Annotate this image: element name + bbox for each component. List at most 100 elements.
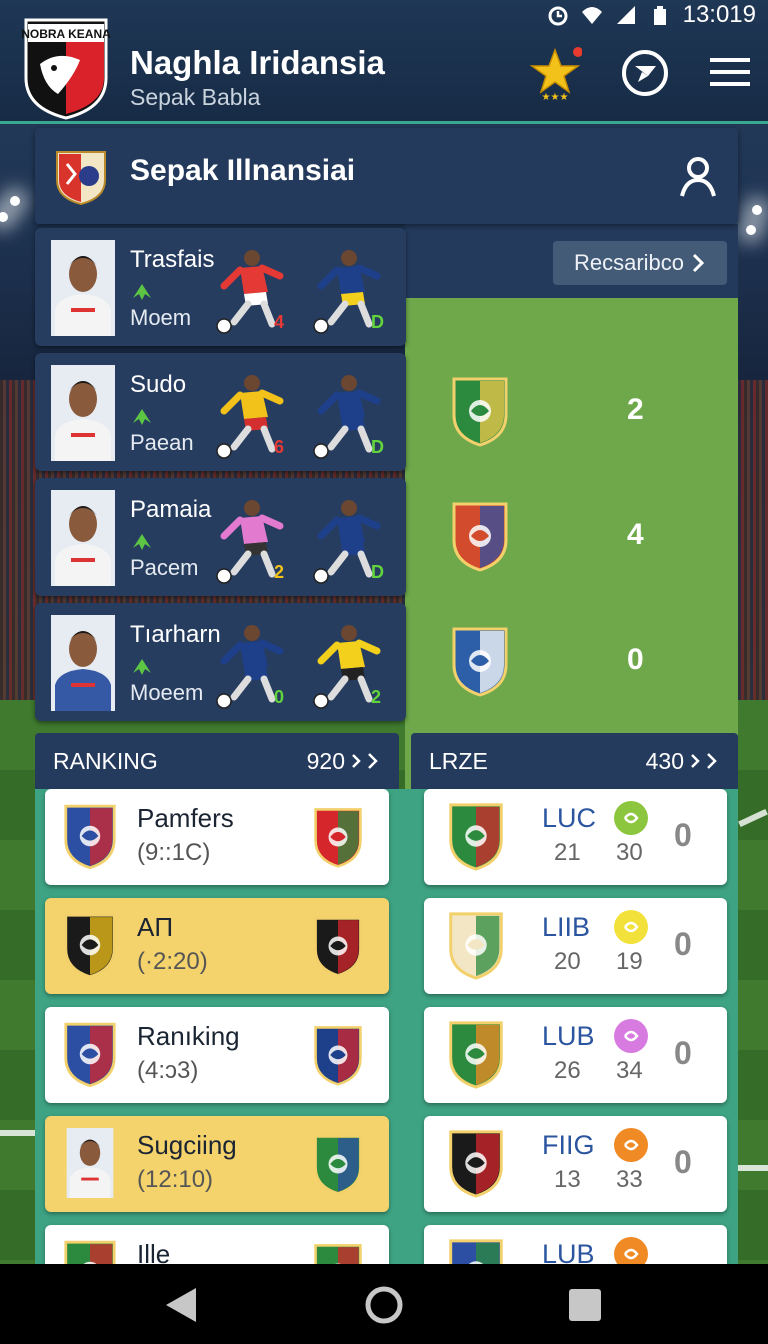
ranking-item[interactable]: Pamfers (9::1C) xyxy=(45,789,389,885)
ranking-item[interactable]: AΠ (·2:20) xyxy=(45,898,389,994)
match-score: 2 xyxy=(627,393,644,426)
status-dot-icon xyxy=(614,1128,648,1162)
trend-up-icon xyxy=(131,530,153,552)
floodlight xyxy=(0,212,8,222)
stat-b: 19 xyxy=(616,948,643,975)
match-card[interactable]: Sudo Paean 6 D xyxy=(35,353,406,471)
chat-button[interactable] xyxy=(618,46,672,100)
player-figure: D xyxy=(307,371,387,459)
navigation-bar xyxy=(0,1264,768,1344)
stat-b: 33 xyxy=(616,1166,643,1193)
team-crest xyxy=(63,910,117,980)
team-crest xyxy=(451,500,509,572)
team-record: (12:10) xyxy=(137,1166,214,1193)
floodlight xyxy=(10,196,20,206)
lrze-item[interactable]: LUB 26 34 0 xyxy=(424,1007,727,1103)
team-name: AΠ xyxy=(137,912,174,942)
alarm-icon xyxy=(548,6,568,26)
stat-a: 26 xyxy=(554,1057,581,1084)
svg-text:0: 0 xyxy=(274,687,284,707)
player-figure: 0 xyxy=(210,621,290,709)
match-result[interactable]: 4 xyxy=(405,478,738,596)
menu-icon xyxy=(710,58,750,86)
back-icon[interactable] xyxy=(160,1284,202,1326)
match-result[interactable]: 0 xyxy=(405,603,738,721)
player-name: Tıarharn xyxy=(130,621,221,648)
ranking-item[interactable]: Ranıking (4:ɔ3) xyxy=(45,1007,389,1103)
match-card[interactable]: Trasfais Moem 4 D xyxy=(35,228,406,346)
match-result[interactable]: 2 xyxy=(405,353,738,471)
team-record: (·2:20) xyxy=(137,948,208,975)
ranking-item[interactable]: Sugciing (12:10) xyxy=(45,1116,389,1212)
player-name: Sudo xyxy=(130,371,187,398)
svg-text:6: 6 xyxy=(274,437,284,457)
team-crest xyxy=(446,801,506,871)
svg-text:D: D xyxy=(371,312,384,332)
match-card[interactable]: Pamaia Pacem 2 D xyxy=(35,478,406,596)
team-code: LUB xyxy=(542,1021,595,1051)
lrze-item[interactable]: LUC 21 30 0 xyxy=(424,789,727,885)
team-code: FIIG xyxy=(542,1130,595,1160)
trend-up-icon xyxy=(131,655,153,677)
lrze-header[interactable]: LRZE 430 xyxy=(411,733,738,789)
league-title: Sepak Illnansiai xyxy=(130,154,356,187)
team-crest xyxy=(63,801,117,871)
user-icon[interactable] xyxy=(676,154,720,198)
player-figure: 6 xyxy=(210,371,290,459)
favorite-button[interactable]: ★★★ xyxy=(528,46,582,100)
signal-icon xyxy=(616,6,635,24)
match-score: 4 xyxy=(627,518,644,551)
stat-a: 21 xyxy=(554,839,581,866)
home-icon[interactable] xyxy=(363,1284,405,1326)
recommendations-label: Recsaribco xyxy=(573,250,685,275)
lrze-item[interactable]: LIIB 20 19 0 xyxy=(424,898,727,994)
team-crest xyxy=(446,1019,506,1089)
team-crest xyxy=(63,1128,117,1198)
player-position: Paean xyxy=(130,430,194,455)
chevron-right-icon xyxy=(691,753,717,769)
trend-up-icon xyxy=(131,405,153,427)
player-figure: 2 xyxy=(307,621,387,709)
recommendations-button[interactable]: Recsaribco xyxy=(553,241,727,285)
star-icon: ★★★ xyxy=(529,47,582,100)
floodlight xyxy=(746,225,756,235)
menu-button[interactable] xyxy=(702,46,756,100)
ranking-title: RANKING xyxy=(53,747,158,774)
team-crest xyxy=(446,910,506,980)
team-crest xyxy=(63,1019,117,1089)
opponent-crest xyxy=(313,1023,363,1087)
player-name: Trasfais xyxy=(130,246,215,273)
club-logo: NOBRA KEANA xyxy=(22,18,110,120)
team-crest xyxy=(446,1128,506,1198)
team-name: Sugciing xyxy=(137,1130,237,1160)
status-dot-icon xyxy=(614,801,648,835)
match-score: 0 xyxy=(674,926,692,962)
pitch-line xyxy=(738,1165,768,1171)
player-avatar xyxy=(51,615,115,711)
svg-text:★★★: ★★★ xyxy=(542,92,569,100)
team-code: LUC xyxy=(542,803,597,833)
app-subtitle: Sepak Babla xyxy=(130,84,261,110)
floodlight xyxy=(752,205,762,215)
ranking-header[interactable]: RANKING 920 xyxy=(35,733,399,789)
opponent-crest xyxy=(313,1132,363,1196)
team-name: Ranıking xyxy=(137,1021,240,1051)
match-card[interactable]: Tıarharn Moeem 0 2 xyxy=(35,603,406,721)
ranking-count: 920 xyxy=(306,747,345,774)
match-score: 0 xyxy=(674,1144,692,1180)
team-record: (4:ɔ3) xyxy=(137,1057,199,1084)
player-position: Pacem xyxy=(130,555,199,580)
team-code: LIIB xyxy=(542,912,591,942)
match-score: 0 xyxy=(674,817,692,853)
lrze-count: 430 xyxy=(645,747,684,774)
battery-icon xyxy=(653,6,666,25)
svg-text:D: D xyxy=(371,437,384,457)
lrze-title: LRZE xyxy=(429,747,488,774)
team-record: (9::1C) xyxy=(137,839,211,866)
recents-icon[interactable] xyxy=(564,1284,606,1326)
team-crest xyxy=(451,375,509,447)
lrze-item[interactable]: FIIG 13 33 0 xyxy=(424,1116,727,1212)
trend-up-icon xyxy=(131,280,153,302)
chat-icon xyxy=(622,50,668,96)
stat-a: 13 xyxy=(554,1166,581,1193)
